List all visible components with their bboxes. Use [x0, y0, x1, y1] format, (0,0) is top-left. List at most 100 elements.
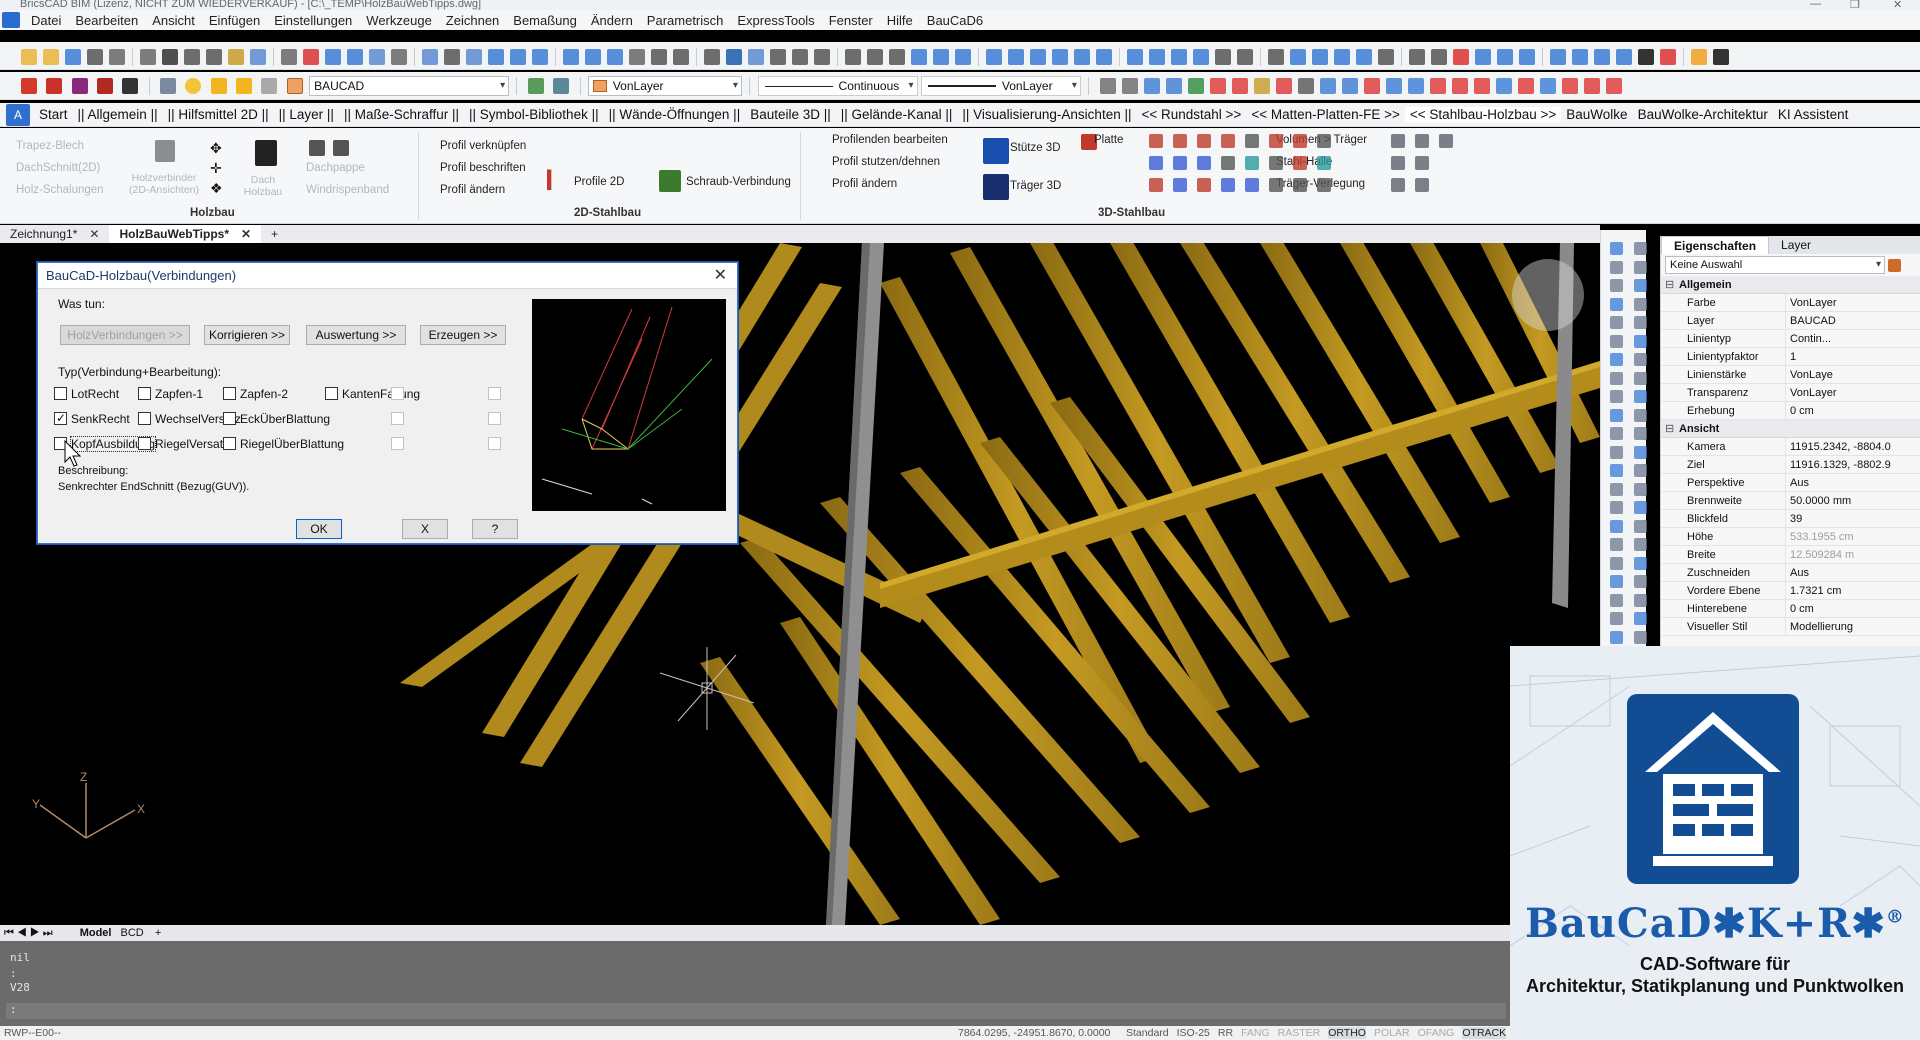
ribbon-tool-icon[interactable]	[1221, 156, 1235, 170]
tool-icon[interactable]	[814, 49, 830, 65]
tool-icon[interactable]	[281, 49, 297, 65]
checkbox-lotrecht[interactable]: LotRecht	[54, 387, 119, 401]
ribbon-tool-icon[interactable]	[1439, 134, 1453, 148]
draw-tool-icon[interactable]	[1610, 390, 1623, 403]
tab-gelaende-kanal[interactable]: || Gelände-Kanal ||	[836, 107, 958, 122]
tool-icon[interactable]	[466, 49, 482, 65]
tool-icon[interactable]	[1475, 49, 1491, 65]
ribbon-tool-icon[interactable]	[1269, 156, 1283, 170]
i-beam-icon[interactable]: I	[545, 166, 553, 196]
ribbon-tool-icon[interactable]	[1245, 178, 1259, 192]
menu-fenster[interactable]: Fenster	[822, 13, 880, 28]
tab-layer-panel[interactable]: Layer	[1769, 236, 1823, 254]
draw-tool-icon[interactable]	[1634, 593, 1647, 607]
stuetze-3d-button[interactable]: Stütze 3D	[1010, 142, 1061, 154]
status-toggle-raster[interactable]: RASTER	[1278, 1027, 1321, 1039]
property-value[interactable]: 11916.1329, -8802.9	[1785, 456, 1920, 473]
holzverbinder-icon[interactable]	[155, 140, 175, 162]
tool-icon[interactable]	[1363, 78, 1380, 94]
draw-tool-icon[interactable]	[1610, 260, 1623, 274]
property-value[interactable]: 39	[1785, 510, 1920, 527]
tool-icon[interactable]	[1497, 49, 1513, 65]
draw-tool-icon[interactable]	[1610, 501, 1623, 514]
tool-icon[interactable]	[1356, 49, 1372, 65]
property-row[interactable]: Höhe 533.1955 cm	[1661, 528, 1920, 546]
property-row[interactable]: Perspektive Aus	[1661, 474, 1920, 492]
tool-icon[interactable]	[1583, 78, 1600, 94]
tool-icon[interactable]	[1143, 78, 1160, 94]
tab-bauteile-3d[interactable]: Bauteile 3D ||	[745, 107, 836, 122]
section-allgemein[interactable]: Allgemein	[1661, 276, 1920, 294]
property-row[interactable]: Kamera 11915.2342, -8804.0	[1661, 438, 1920, 456]
tool-icon[interactable]	[488, 49, 504, 65]
menu-einfuegen[interactable]: Einfügen	[202, 13, 267, 28]
tab-masse-schraffur[interactable]: || Maße-Schraffur ||	[339, 107, 464, 122]
tool-icon[interactable]	[1127, 49, 1143, 65]
tool-icon[interactable]	[1378, 49, 1394, 65]
status-toggle-ortho[interactable]: ORTHO	[1328, 1027, 1366, 1039]
property-row[interactable]: Layer BAUCAD	[1661, 312, 1920, 330]
ribbon-tool-icon[interactable]	[1149, 156, 1163, 170]
menu-expresstools[interactable]: ExpressTools	[730, 13, 821, 28]
bulb-icon[interactable]	[185, 78, 202, 94]
checkbox-zapfen-1[interactable]: Zapfen-1	[138, 387, 203, 401]
property-row[interactable]: Erhebung 0 cm	[1661, 402, 1920, 420]
property-value[interactable]: VonLaye	[1785, 366, 1920, 383]
tool-icon[interactable]	[1237, 49, 1253, 65]
trapez-blech-button[interactable]: Trapez-Blech	[16, 140, 84, 152]
command-line[interactable]: nil : V28 :	[0, 941, 1510, 1026]
extra-checkbox-1[interactable]	[391, 387, 408, 401]
tool-icon[interactable]	[1215, 49, 1231, 65]
last-layout-icon[interactable]: ⏭	[43, 927, 53, 939]
selection-dropdown[interactable]: Keine Auswahl ▾	[1665, 256, 1885, 274]
book-icon[interactable]	[122, 78, 139, 94]
tool-icon[interactable]	[1275, 78, 1292, 94]
ribbon-tool-icon[interactable]	[1269, 178, 1283, 192]
tool-icon[interactable]	[162, 49, 178, 65]
checkbox-box[interactable]	[223, 387, 236, 400]
tab-allgemein[interactable]: || Allgemein ||	[73, 107, 163, 122]
tool-icon[interactable]	[43, 49, 59, 65]
profil-verknuepfen-button[interactable]: Profil verknüpfen	[440, 140, 526, 152]
app-menu-icon[interactable]: A	[6, 103, 30, 126]
tab-visualisierung[interactable]: || Visualisierung-Ansichten ||	[957, 107, 1136, 122]
next-layout-icon[interactable]: ▶	[30, 927, 40, 939]
layer-manager-icon[interactable]	[160, 78, 177, 94]
draw-tool-icon[interactable]	[1610, 575, 1623, 588]
dachpappe-button[interactable]: Dachpappe	[306, 162, 365, 174]
status-toggle-standard[interactable]: Standard	[1126, 1027, 1169, 1039]
tool-icon[interactable]	[1473, 78, 1490, 94]
print-icon[interactable]	[261, 78, 278, 94]
menu-werkzeuge[interactable]: Werkzeuge	[359, 13, 439, 28]
tool-icon[interactable]	[867, 49, 883, 65]
stuetze-icon[interactable]	[983, 138, 1009, 164]
pen-icon[interactable]	[21, 78, 37, 94]
add-layout-button[interactable]: +	[155, 927, 161, 939]
tool-icon[interactable]	[1052, 49, 1068, 65]
menu-zeichnen[interactable]: Zeichnen	[439, 13, 506, 28]
erzeugen-button[interactable]: Erzeugen >>	[420, 325, 506, 345]
property-row[interactable]: Vordere Ebene 1.7321 cm	[1661, 582, 1920, 600]
draw-tool-icon[interactable]	[1634, 482, 1647, 496]
property-value[interactable]: VonLayer	[1785, 294, 1920, 311]
menu-einstellungen[interactable]: Einstellungen	[267, 13, 359, 28]
property-value[interactable]: Modellierung	[1785, 618, 1920, 635]
tool-icon[interactable]	[1209, 78, 1226, 94]
close-icon[interactable]: ✕	[241, 227, 251, 241]
draw-tool-icon[interactable]	[1634, 612, 1647, 625]
filter-icon[interactable]	[1888, 258, 1901, 272]
profil-stutzen-button[interactable]: Profil stutzen/dehnen	[832, 156, 940, 168]
close-icon[interactable]: ✕	[714, 263, 727, 289]
checkbox-box[interactable]	[325, 387, 338, 400]
draw-tool-icon[interactable]	[1634, 630, 1647, 644]
ribbon-tool-icon[interactable]	[1197, 134, 1211, 148]
tool-icon[interactable]	[585, 49, 601, 65]
ribbon-tool-icon[interactable]	[1173, 178, 1187, 192]
draw-tool-icon[interactable]	[1610, 242, 1623, 255]
tab-stahlbau-holzbau[interactable]: << Stahlbau-Holzbau >>	[1404, 107, 1562, 122]
tool-icon[interactable]	[1385, 78, 1402, 94]
tool-icon[interactable]	[391, 49, 407, 65]
tool-icon[interactable]	[955, 49, 971, 65]
ribbon-tool-icon[interactable]	[1391, 156, 1405, 170]
draw-tool-icon[interactable]	[1610, 371, 1623, 385]
